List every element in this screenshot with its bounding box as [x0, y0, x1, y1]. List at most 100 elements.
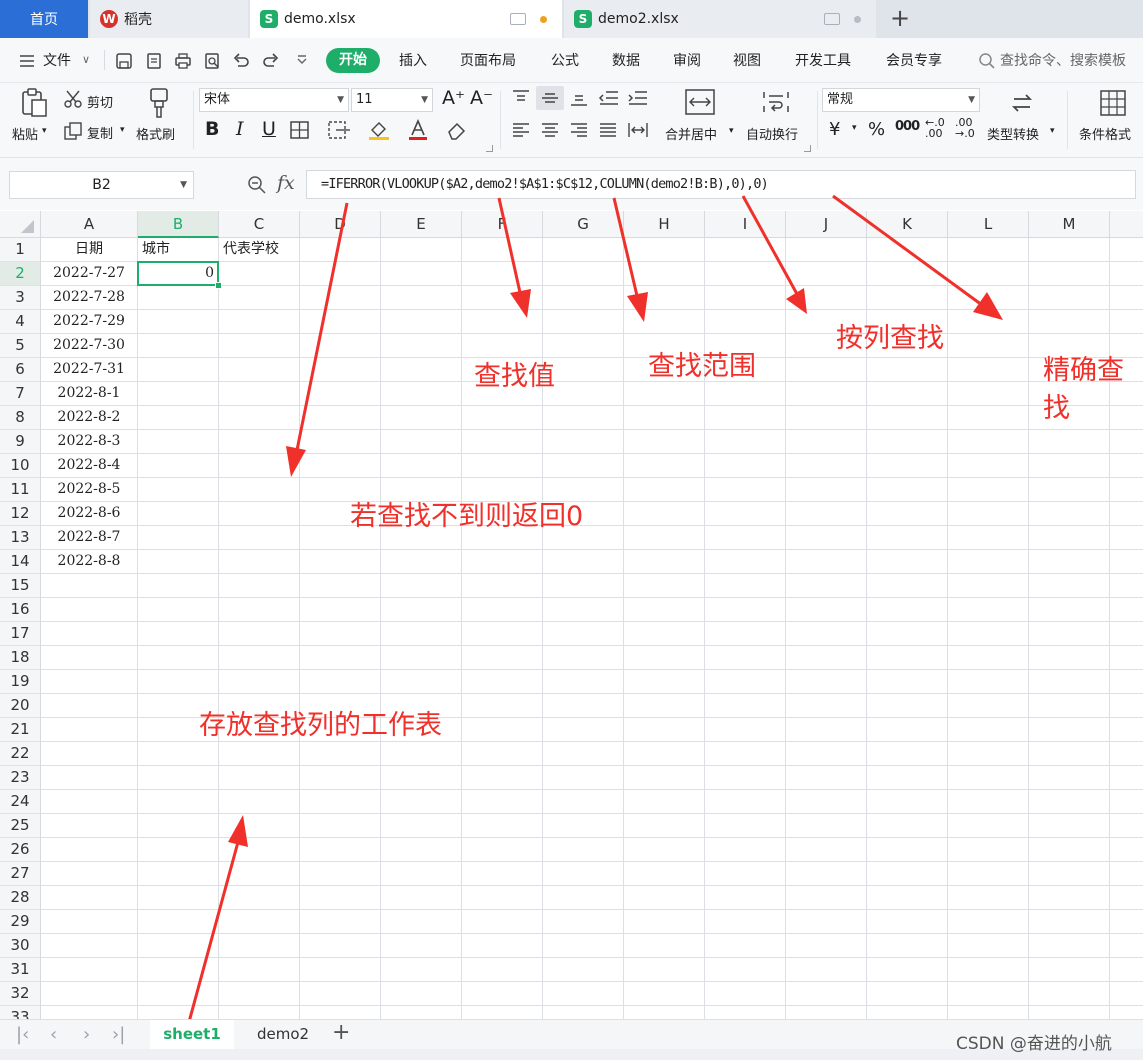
cell-l25[interactable]	[948, 814, 1029, 838]
column-header-k[interactable]: K	[867, 211, 948, 238]
cell-m9[interactable]	[1029, 430, 1110, 454]
cell-a3[interactable]: 2022-7-28	[41, 286, 138, 310]
cell-c17[interactable]	[219, 622, 300, 646]
cell-j31[interactable]	[786, 958, 867, 982]
cell-j15[interactable]	[786, 574, 867, 598]
cell-l3[interactable]	[948, 286, 1029, 310]
fill-color-icon[interactable]	[368, 119, 390, 141]
cell-e3[interactable]	[381, 286, 462, 310]
alignment-dialog-launcher-icon[interactable]	[804, 145, 811, 152]
cell-i29[interactable]	[705, 910, 786, 934]
cell-j25[interactable]	[786, 814, 867, 838]
cell-d24[interactable]	[300, 790, 381, 814]
cell-b2[interactable]: 0	[138, 262, 219, 286]
cell-g21[interactable]	[543, 718, 624, 742]
paste-icon[interactable]	[18, 87, 50, 119]
cell-k24[interactable]	[867, 790, 948, 814]
cell-e1[interactable]	[381, 238, 462, 262]
cell-d8[interactable]	[300, 406, 381, 430]
cell-h17[interactable]	[624, 622, 705, 646]
cell-m23[interactable]	[1029, 766, 1110, 790]
cell-c14[interactable]	[219, 550, 300, 574]
cell-b17[interactable]	[138, 622, 219, 646]
cell-i4[interactable]	[705, 310, 786, 334]
cell-f28[interactable]	[462, 886, 543, 910]
cell-m28[interactable]	[1029, 886, 1110, 910]
cell-h33[interactable]	[624, 1006, 705, 1019]
cell-j8[interactable]	[786, 406, 867, 430]
cell-k25[interactable]	[867, 814, 948, 838]
cell-i16[interactable]	[705, 598, 786, 622]
font-name-select[interactable]: 宋体 ▼	[199, 88, 349, 112]
align-center-icon[interactable]	[540, 121, 560, 139]
cell-l1[interactable]	[948, 238, 1029, 262]
cell-k27[interactable]	[867, 862, 948, 886]
monitor-icon[interactable]	[824, 13, 840, 25]
cell-b29[interactable]	[138, 910, 219, 934]
cell-n14[interactable]	[1110, 550, 1143, 574]
cell-a10[interactable]: 2022-8-4	[41, 454, 138, 478]
row-header-30[interactable]: 30	[0, 934, 41, 958]
cell-a32[interactable]	[41, 982, 138, 1006]
row-header-16[interactable]: 16	[0, 598, 41, 622]
cell-e6[interactable]	[381, 358, 462, 382]
underline-icon[interactable]: U	[262, 118, 276, 140]
cell-c2[interactable]	[219, 262, 300, 286]
cell-g17[interactable]	[543, 622, 624, 646]
cell-d3[interactable]	[300, 286, 381, 310]
cell-e17[interactable]	[381, 622, 462, 646]
cell-b22[interactable]	[138, 742, 219, 766]
cell-h10[interactable]	[624, 454, 705, 478]
cell-m27[interactable]	[1029, 862, 1110, 886]
column-header-l[interactable]: L	[948, 211, 1029, 238]
row-header-10[interactable]: 10	[0, 454, 41, 478]
cell-h30[interactable]	[624, 934, 705, 958]
cell-a7[interactable]: 2022-8-1	[41, 382, 138, 406]
cell-n25[interactable]	[1110, 814, 1143, 838]
cell-d23[interactable]	[300, 766, 381, 790]
row-header-18[interactable]: 18	[0, 646, 41, 670]
cell-n1[interactable]	[1110, 238, 1143, 262]
cell-l20[interactable]	[948, 694, 1029, 718]
cell-n23[interactable]	[1110, 766, 1143, 790]
cell-b8[interactable]	[138, 406, 219, 430]
cell-i30[interactable]	[705, 934, 786, 958]
cell-f22[interactable]	[462, 742, 543, 766]
cell-m33[interactable]	[1029, 1006, 1110, 1019]
column-header-h[interactable]: H	[624, 211, 705, 238]
cell-e8[interactable]	[381, 406, 462, 430]
cell-l26[interactable]	[948, 838, 1029, 862]
cell-i31[interactable]	[705, 958, 786, 982]
cell-a16[interactable]	[41, 598, 138, 622]
cell-f1[interactable]	[462, 238, 543, 262]
cell-h26[interactable]	[624, 838, 705, 862]
cell-b33[interactable]	[138, 1006, 219, 1019]
font-color-icon[interactable]	[408, 119, 428, 141]
row-header-23[interactable]: 23	[0, 766, 41, 790]
cell-g8[interactable]	[543, 406, 624, 430]
add-sheet-button[interactable]: +	[332, 1020, 350, 1045]
cell-h24[interactable]	[624, 790, 705, 814]
cell-l15[interactable]	[948, 574, 1029, 598]
cell-e7[interactable]	[381, 382, 462, 406]
cell-k33[interactable]	[867, 1006, 948, 1019]
cell-e24[interactable]	[381, 790, 462, 814]
cell-k31[interactable]	[867, 958, 948, 982]
cell-f9[interactable]	[462, 430, 543, 454]
cell-m4[interactable]	[1029, 310, 1110, 334]
cell-b15[interactable]	[138, 574, 219, 598]
cell-j13[interactable]	[786, 526, 867, 550]
cell-m30[interactable]	[1029, 934, 1110, 958]
cell-g16[interactable]	[543, 598, 624, 622]
select-all-corner[interactable]	[0, 211, 41, 238]
customize-toolbar-icon[interactable]	[293, 52, 311, 70]
cell-h29[interactable]	[624, 910, 705, 934]
cell-n4[interactable]	[1110, 310, 1143, 334]
cell-g3[interactable]	[543, 286, 624, 310]
cell-j30[interactable]	[786, 934, 867, 958]
cell-g28[interactable]	[543, 886, 624, 910]
cell-g32[interactable]	[543, 982, 624, 1006]
row-header-24[interactable]: 24	[0, 790, 41, 814]
cell-d2[interactable]	[300, 262, 381, 286]
number-format-select[interactable]: 常规 ▼	[822, 88, 980, 112]
